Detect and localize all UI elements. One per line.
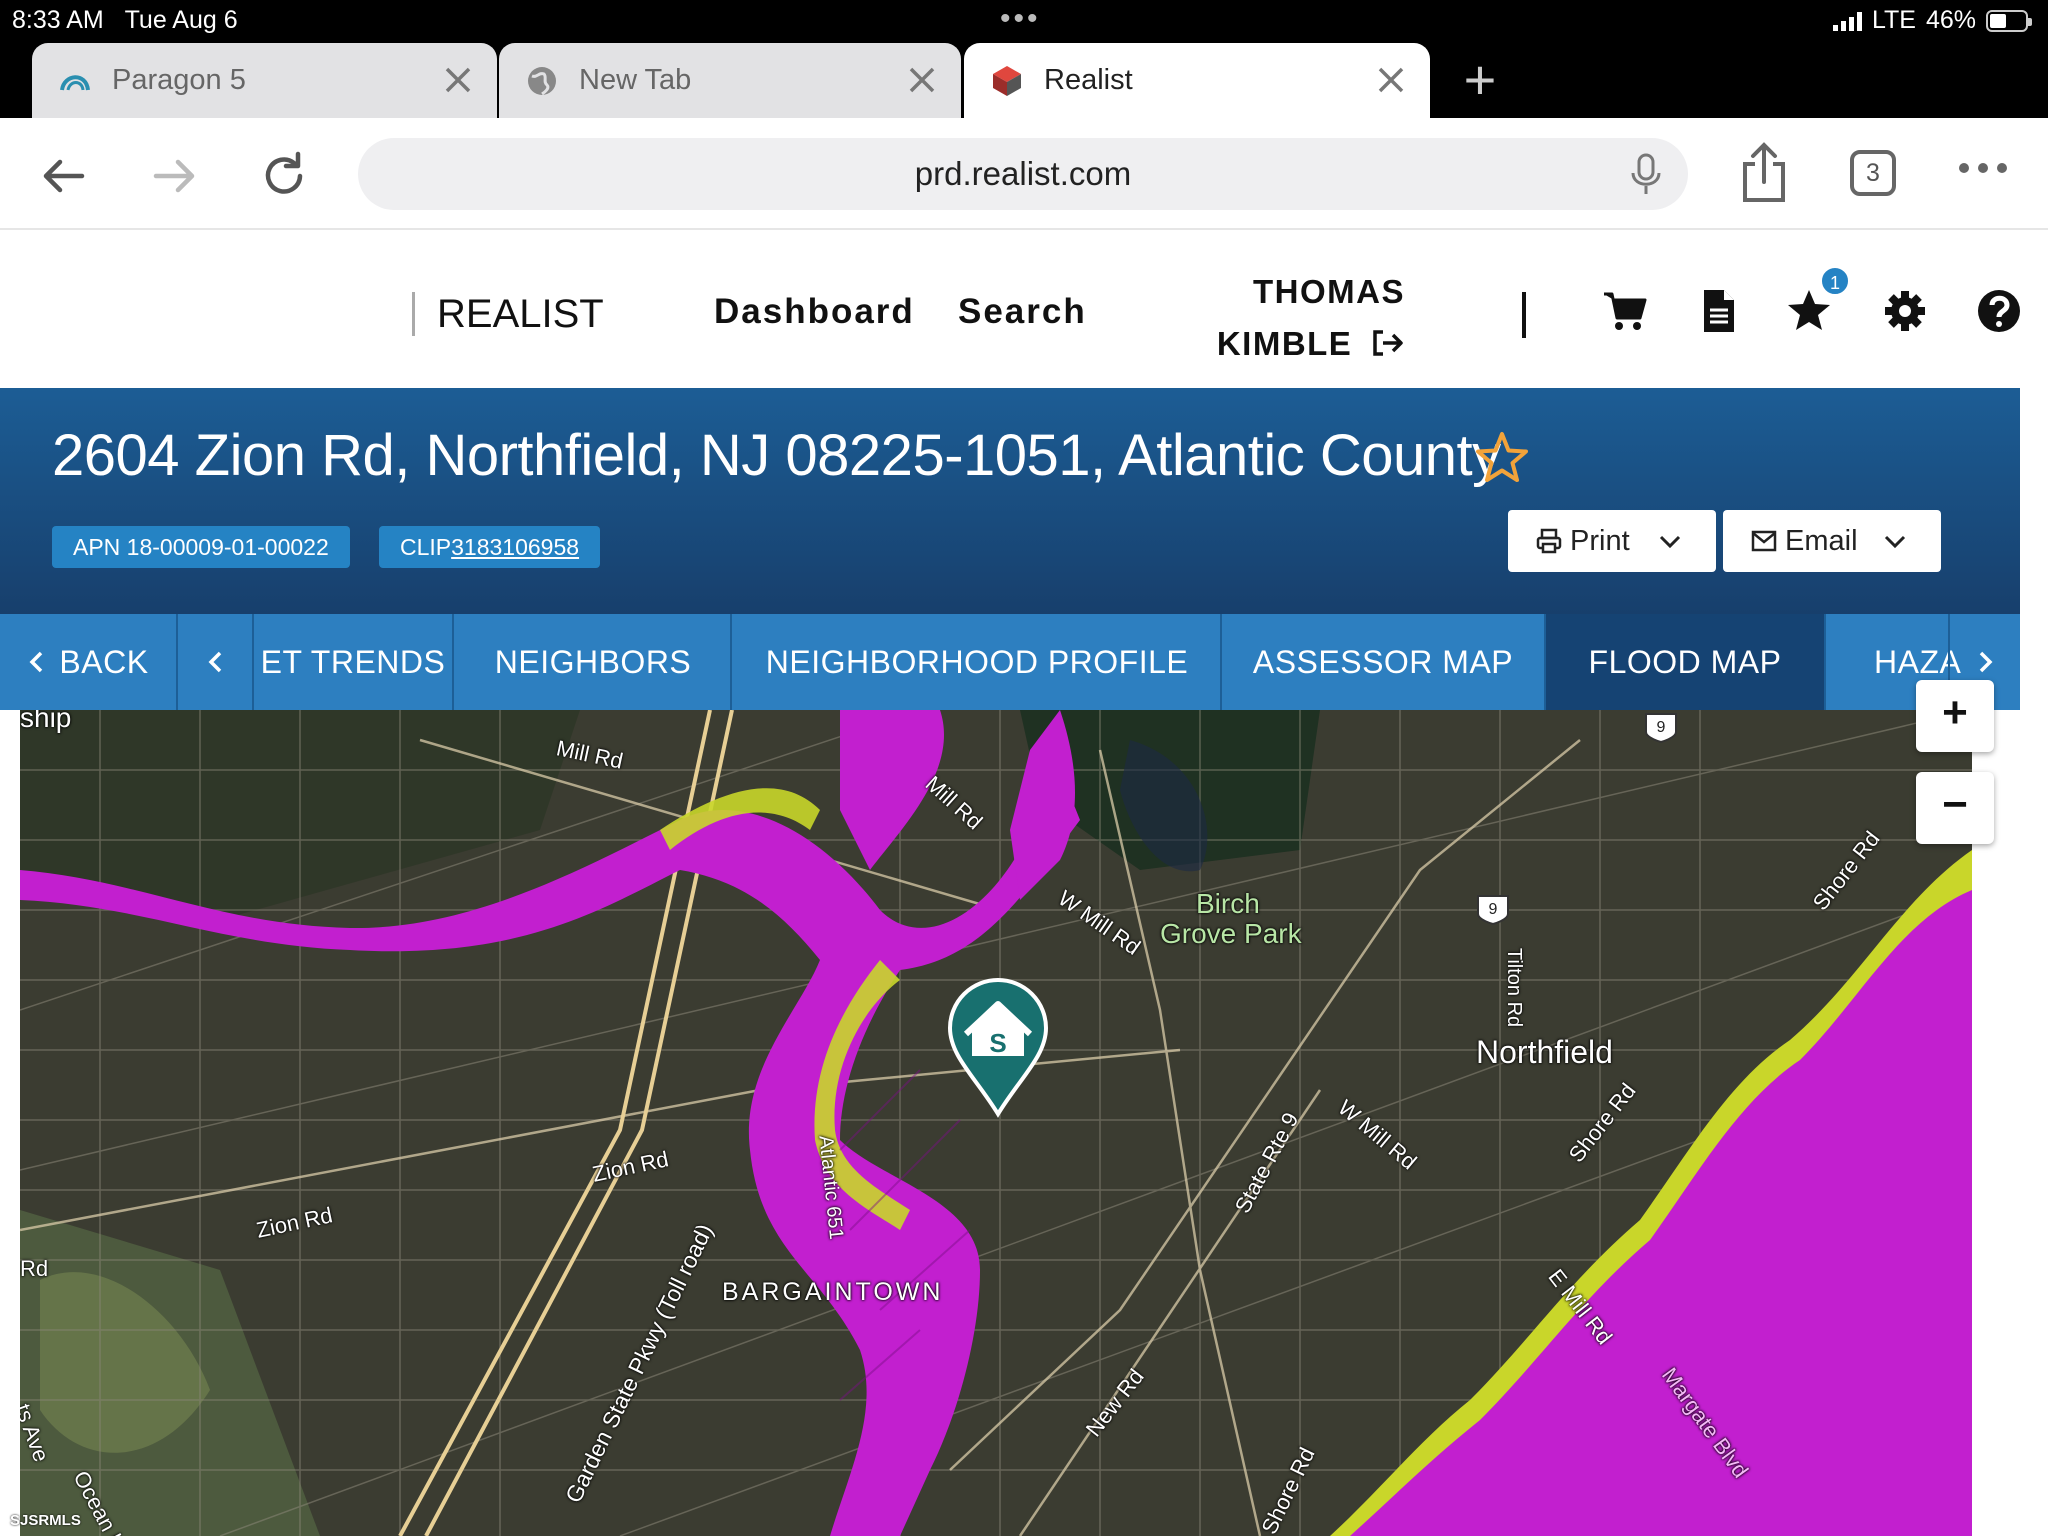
multitasking-dots-icon[interactable]: ••• [1000, 2, 1041, 36]
status-time: 8:33 AM Tue Aug 6 [12, 6, 238, 34]
signal-icon [1832, 11, 1862, 31]
map-label: ship [20, 710, 72, 733]
close-tab-icon[interactable] [903, 61, 941, 99]
browser-tab-new-tab[interactable]: New Tab [499, 43, 961, 118]
site-header: REALIST Dashboard Search THOMAS KIMBLE 1 [0, 230, 2048, 388]
printer-icon [1536, 528, 1562, 554]
zoom-in-button[interactable]: + [1916, 680, 1994, 752]
back-tab[interactable]: BACK [0, 614, 178, 710]
battery-percent: 46% [1925, 6, 1976, 34]
nav-search[interactable]: Search [958, 292, 1087, 332]
map-label: Grove Park [1160, 918, 1302, 949]
reload-icon[interactable] [254, 146, 314, 206]
user-logout[interactable]: THOMAS KIMBLE [1205, 266, 1405, 370]
tab-neighborhood-profile[interactable]: NEIGHBORHOOD PROFILE [734, 614, 1222, 710]
favorites-count-badge: 1 [1820, 266, 1850, 296]
tab-assessor-map[interactable]: ASSESSOR MAP [1222, 614, 1546, 710]
property-location-marker[interactable]: S [946, 978, 1050, 1118]
print-button[interactable]: Print [1508, 510, 1716, 572]
tab-flood-map[interactable]: FLOOD MAP [1546, 614, 1826, 710]
property-tabs: BACK ET TRENDS NEIGHBORS NEIGHBORHOOD PR… [0, 614, 2020, 710]
apn-chip: APN 18-00009-01-00022 [52, 526, 350, 568]
header-separator [1522, 292, 1526, 338]
close-tab-icon[interactable] [1372, 61, 1410, 99]
gear-icon[interactable] [1882, 288, 1928, 334]
envelope-icon [1751, 530, 1777, 552]
chevron-left-icon [29, 651, 43, 673]
network-label: LTE [1871, 6, 1916, 34]
map-credit: SJSRMLS [10, 1512, 81, 1529]
svg-text:9: 9 [1657, 719, 1666, 736]
back-arrow-icon[interactable] [34, 146, 94, 206]
map-label: Northfield [1476, 1034, 1613, 1070]
browser-tab-paragon[interactable]: Paragon 5 [32, 43, 497, 118]
property-banner: 2604 Zion Rd, Northfield, NJ 08225-1051,… [0, 388, 2020, 614]
realist-logo[interactable]: REALIST [412, 292, 604, 336]
close-tab-icon[interactable] [439, 61, 477, 99]
scroll-tabs-left[interactable] [180, 614, 254, 710]
map-label: Tilton Rd [1503, 947, 1526, 1028]
battery-icon [1986, 9, 2032, 32]
map-label: Rd [20, 1256, 49, 1281]
realist-icon [990, 64, 1024, 98]
document-icon[interactable] [1696, 288, 1742, 334]
svg-text:9: 9 [1489, 901, 1498, 918]
email-button[interactable]: Email [1723, 510, 1941, 572]
tab-count-button[interactable]: 3 [1850, 150, 1896, 196]
satellite-map-imagery [20, 710, 1972, 1536]
svg-text:S: S [989, 1028, 1006, 1058]
logout-icon [1373, 330, 1403, 356]
browser-tab-realist[interactable]: Realist [964, 43, 1430, 118]
ios-status-bar: 8:33 AM Tue Aug 6 ••• LTE 46% [0, 0, 2048, 40]
user-last-name: KIMBLE [1216, 325, 1353, 362]
new-tab-plus-icon[interactable]: + [1450, 52, 1510, 112]
route-9-shield-icon: 9 [1645, 713, 1677, 744]
chevron-right-icon [1979, 651, 1993, 673]
address-bar[interactable]: prd.realist.com [358, 138, 1688, 210]
tab-neighbors[interactable]: NEIGHBORS [456, 614, 732, 710]
user-first-name: THOMAS [1253, 273, 1405, 310]
clip-chip[interactable]: CLIP3183106958 [379, 526, 601, 568]
chevron-down-icon [1884, 535, 1906, 549]
help-icon[interactable] [1976, 288, 2022, 334]
browser-tab-bar: Paragon 5 New Tab Realist + [0, 40, 2048, 118]
route-9-shield-icon: 9 [1477, 895, 1509, 926]
property-address: 2604 Zion Rd, Northfield, NJ 08225-1051,… [52, 423, 1501, 488]
globe-icon [525, 64, 559, 98]
chevron-down-icon [1659, 535, 1681, 549]
flood-map[interactable]: S 9 9 ship Mill Rd Mill Rd W Mill Rd Bir… [20, 710, 1972, 1536]
chevron-left-icon [208, 651, 222, 673]
map-label: BARGAINTOWN [722, 1278, 944, 1306]
tab-market-trends[interactable]: ET TRENDS [254, 614, 454, 710]
nav-dashboard[interactable]: Dashboard [714, 292, 915, 332]
browser-toolbar: prd.realist.com 3 [0, 118, 2048, 230]
microphone-icon[interactable] [1626, 152, 1666, 196]
map-label: Birch [1196, 888, 1260, 919]
url-text: prd.realist.com [914, 155, 1132, 192]
favorite-star-icon[interactable] [1474, 430, 1530, 486]
forward-arrow-icon[interactable] [144, 146, 204, 206]
cart-icon[interactable] [1602, 288, 1648, 334]
favorites-star-icon[interactable] [1786, 288, 1832, 334]
more-options-icon[interactable] [1958, 158, 2008, 178]
share-icon[interactable] [1735, 140, 1793, 206]
zoom-out-button[interactable]: − [1916, 772, 1994, 844]
paragon-icon [58, 64, 92, 98]
